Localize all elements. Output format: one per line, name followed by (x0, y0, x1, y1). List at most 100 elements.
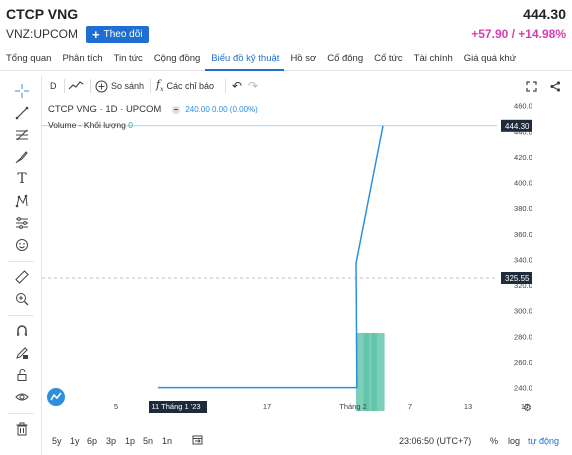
trash-icon (16, 422, 28, 436)
calendar-arrow-icon (192, 435, 203, 445)
trend-line-icon (15, 106, 29, 120)
fullscreen-icon (526, 80, 537, 92)
prediction-tool[interactable] (12, 214, 32, 232)
section-tabs: Tổng quan Phân tích Tin tức Cộng đồng Bi… (0, 47, 572, 71)
indicators-label: Các chỉ báo (166, 81, 214, 91)
tab-technical-chart[interactable]: Biểu đồ kỹ thuật (205, 47, 285, 71)
pencil-lock-icon (16, 347, 28, 359)
last-price-tag-label: 444.30 (505, 122, 530, 131)
zoom-in-icon (16, 293, 29, 306)
go-to-date-button[interactable] (192, 434, 203, 447)
fullscreen-button[interactable] (526, 76, 537, 96)
range-6m[interactable]: 6p (87, 436, 97, 446)
compare-label: So sánh (111, 81, 145, 91)
range-3m[interactable]: 3p (106, 436, 116, 446)
volume-label: Volume - Khối lượng (48, 120, 126, 130)
tab-analysis[interactable]: Phân tích (56, 47, 107, 71)
tab-community[interactable]: Cộng đồng (148, 47, 205, 71)
undo-icon: ↶ (232, 79, 243, 93)
lock-tool[interactable] (12, 366, 32, 384)
text-tool[interactable]: T (12, 170, 32, 188)
stock-header: CTCP VNG 444.30 VNZ:UPCOM + Theo dõi +57… (0, 0, 572, 46)
chart-legend: CTCP VNG · 1D · UPCOM 240.00 0.00 (0.00%… (48, 104, 258, 115)
share-icon (550, 80, 561, 92)
price-tick-label: 400.00 (514, 179, 532, 188)
toolbar-divider (90, 79, 91, 93)
tools-divider (8, 413, 34, 414)
range-1m[interactable]: 1p (125, 436, 135, 446)
fib-tool[interactable] (12, 126, 32, 144)
compare-button[interactable]: So sánh (95, 76, 144, 96)
volume-legend: Volume - Khối lượng 0 (48, 120, 133, 130)
crosshair-price-tag-label: 325.55 (505, 274, 530, 283)
log-scale-toggle[interactable]: log (508, 436, 520, 446)
price-tick-label: 280.00 (514, 332, 532, 341)
follow-button[interactable]: + Theo dõi (86, 26, 149, 43)
toolbar-divider (150, 79, 151, 93)
tab-dividends[interactable]: Cổ tức (368, 47, 408, 71)
range-5y[interactable]: 5y (52, 436, 62, 446)
price-change: +57.90 / +14.98% (471, 27, 566, 41)
crosshair-tool[interactable] (12, 82, 32, 100)
tradingview-logo-icon[interactable] (47, 388, 65, 406)
company-title: CTCP VNG (6, 6, 79, 22)
redo-button[interactable]: ↷ (248, 76, 258, 96)
tab-overview[interactable]: Tổng quan (0, 47, 56, 71)
price-tick-label: 240.00 (514, 384, 532, 393)
clock-timezone[interactable]: 23:06:50 (UTC+7) (399, 436, 471, 446)
interval-button[interactable]: D (50, 76, 57, 96)
price-tick-label: 300.00 (514, 307, 532, 316)
price-tick-label: 380.00 (514, 204, 532, 213)
tab-price-history[interactable]: Giá quá khứ (458, 47, 521, 71)
plus-icon: + (92, 27, 100, 42)
time-range-bar: 5y 1y 6p 3p 1p 5n 1n 23:06:50 (UTC+7) % … (42, 428, 572, 455)
volume-value: 0 (128, 120, 133, 130)
tab-shareholders[interactable]: Cổ đông (321, 47, 368, 71)
exchange-symbol: VNZ:UPCOM (6, 27, 78, 41)
chart-toolbar: D So sánh fx Các chỉ báo ↶ ↷ (42, 76, 572, 96)
trend-line-tool[interactable] (12, 104, 32, 122)
time-tick-label: 7 (408, 402, 412, 411)
indicators-button[interactable]: fx Các chỉ báo (156, 76, 214, 96)
crosshair-date-label: 11 Tháng 1 '23 (151, 402, 200, 411)
add-circle-icon (95, 80, 108, 92)
share-button[interactable] (550, 76, 561, 96)
tab-news[interactable]: Tin tức (108, 47, 148, 71)
price-tick-label: 260.00 (514, 358, 532, 367)
pattern-tool[interactable] (12, 192, 32, 210)
price-tick-label: 360.00 (514, 230, 532, 239)
undo-button[interactable]: ↶ (232, 76, 242, 96)
smiley-icon (16, 239, 28, 251)
price-chart[interactable]: 460.00440.00420.00400.00380.00360.00340.… (42, 98, 532, 413)
volume-series (355, 333, 385, 411)
range-1y[interactable]: 1y (70, 436, 80, 446)
emoji-tool[interactable] (12, 236, 32, 254)
range-5d[interactable]: 5n (143, 436, 153, 446)
current-price: 444.30 (523, 6, 566, 22)
chart-settings-gear-icon[interactable]: ⚙ (523, 403, 532, 413)
chart-type-button[interactable] (68, 76, 84, 96)
price-tick-label: 340.00 (514, 255, 532, 264)
magnet-tool[interactable] (12, 322, 32, 340)
brush-icon (15, 151, 28, 164)
ruler-tool[interactable] (12, 268, 32, 286)
zoom-tool[interactable] (12, 290, 32, 308)
follow-label: Theo dõi (103, 29, 143, 40)
tab-profile[interactable]: Hồ sơ (284, 47, 321, 71)
percent-scale-toggle[interactable]: % (490, 436, 498, 446)
time-tick-label: 5 (114, 402, 118, 411)
toolbar-divider (225, 79, 226, 93)
fibonacci-icon (16, 129, 28, 141)
measure-lines-icon (16, 217, 28, 229)
legend-collapse-icon[interactable] (172, 105, 181, 114)
range-1d[interactable]: 1n (162, 436, 172, 446)
visibility-tool[interactable] (12, 388, 32, 406)
unlock-icon (17, 369, 27, 381)
delete-tool[interactable] (12, 420, 32, 438)
lock-draw-tool[interactable] (12, 344, 32, 362)
time-tick-label: Tháng 2 (339, 402, 367, 411)
tab-financials[interactable]: Tài chính (408, 47, 458, 71)
brush-tool[interactable] (12, 148, 32, 166)
auto-scale-toggle[interactable]: tự động (528, 436, 559, 446)
redo-icon: ↷ (248, 79, 259, 93)
